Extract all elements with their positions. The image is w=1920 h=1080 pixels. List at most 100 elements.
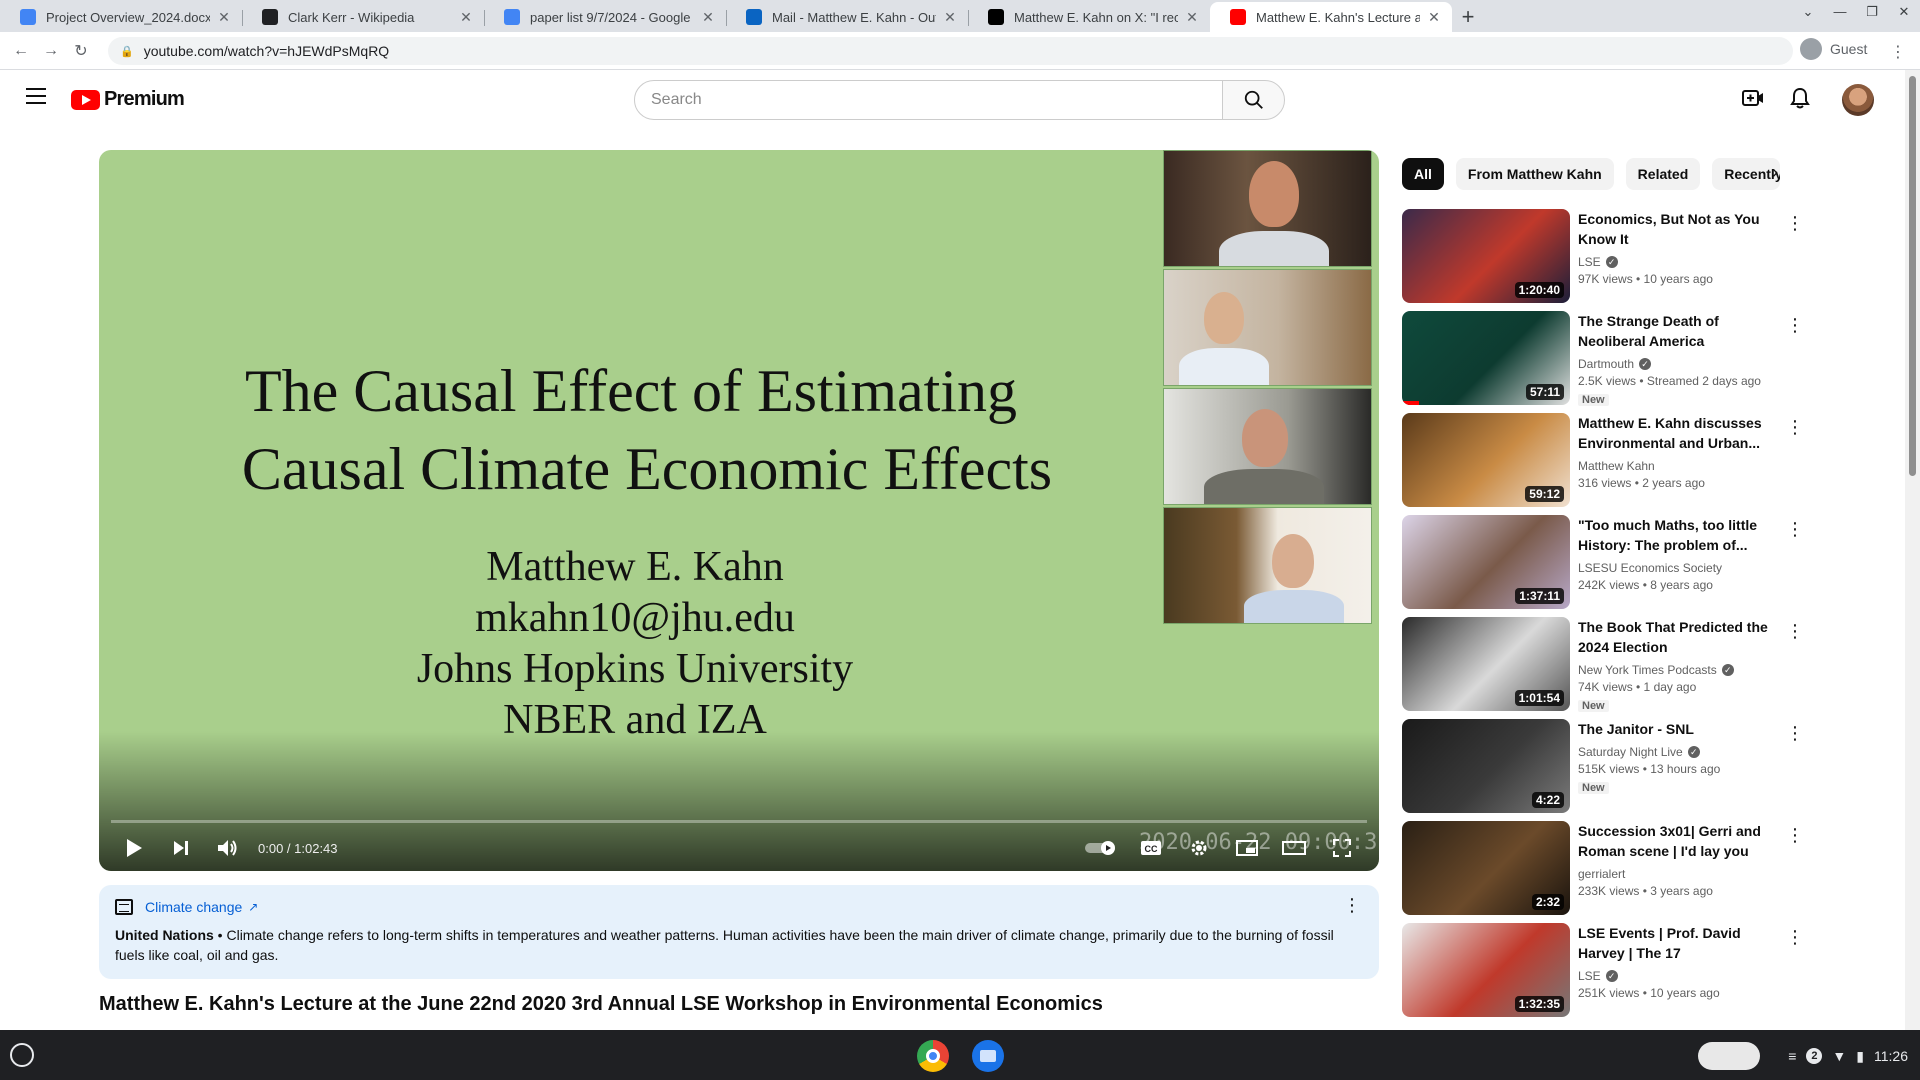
screenshot-preview-icon[interactable] <box>1698 1042 1761 1070</box>
channel-name[interactable]: Dartmouth <box>1578 356 1634 372</box>
search-input[interactable]: Search <box>634 80 1224 120</box>
system-tray[interactable]: ≡ 2 ▼ ▮ 11:26 <box>1698 1042 1908 1070</box>
recommended-title[interactable]: Succession 3x01| Gerri and Roman scene |… <box>1578 821 1778 861</box>
channel-name[interactable]: Matthew Kahn <box>1578 458 1655 474</box>
theater-mode-icon[interactable] <box>1277 833 1311 863</box>
browser-tab[interactable]: Matthew E. Kahn's Lecture at the ✕ <box>1210 2 1452 32</box>
more-options-icon[interactable]: ⋮ <box>1343 895 1361 916</box>
recommended-video[interactable]: 1:01:54 The Book That Predicted the 2024 … <box>1402 617 1902 712</box>
more-actions-icon[interactable]: ⋮ <box>1786 723 1804 744</box>
tab-search-icon[interactable]: ⌄ <box>1792 4 1824 20</box>
channel-name[interactable]: LSE <box>1578 968 1601 984</box>
video-thumbnail[interactable]: 57:11 <box>1402 311 1570 405</box>
recommended-title[interactable]: The Book That Predicted the 2024 Electio… <box>1578 617 1778 657</box>
recommended-video[interactable]: 1:37:11 "Too much Maths, too little Histo… <box>1402 515 1902 609</box>
close-tab-icon[interactable]: ✕ <box>1426 9 1442 26</box>
settings-gear-icon[interactable] <box>1182 833 1216 863</box>
external-link-icon[interactable]: ↗ <box>248 900 258 914</box>
browser-tab[interactable]: Clark Kerr - Wikipedia ✕ <box>242 2 484 32</box>
lock-icon[interactable]: 🔒 <box>120 45 134 58</box>
youtube-logo[interactable]: Premium <box>71 88 185 111</box>
notification-count[interactable]: 2 <box>1806 1048 1823 1064</box>
play-icon[interactable] <box>119 833 149 863</box>
video-thumbnail[interactable]: 59:12 <box>1402 413 1570 507</box>
files-icon[interactable] <box>972 1040 1004 1072</box>
minimize-icon[interactable]: — <box>1824 4 1856 20</box>
notifications-bell-icon[interactable] <box>1788 86 1812 110</box>
page-scrollbar[interactable] <box>1905 70 1920 1030</box>
new-tab-button[interactable]: + <box>1452 2 1484 32</box>
browser-menu-icon[interactable]: ⋮ <box>1890 42 1906 62</box>
filter-chip[interactable]: From Matthew Kahn <box>1455 158 1614 190</box>
more-actions-icon[interactable]: ⋮ <box>1786 417 1804 438</box>
video-thumbnail[interactable]: 1:01:54 <box>1402 617 1570 711</box>
close-tab-icon[interactable]: ✕ <box>458 9 474 26</box>
more-actions-icon[interactable]: ⋮ <box>1786 825 1804 846</box>
recommended-title[interactable]: The Janitor - SNL <box>1578 719 1778 739</box>
recommended-video[interactable]: 59:12 Matthew E. Kahn discusses Environme… <box>1402 413 1902 507</box>
next-video-icon[interactable] <box>166 833 196 863</box>
more-actions-icon[interactable]: ⋮ <box>1786 213 1804 234</box>
recommended-video[interactable]: 1:32:35 LSE Events | Prof. David Harvey |… <box>1402 923 1902 1017</box>
video-thumbnail[interactable]: 1:32:35 <box>1402 923 1570 1017</box>
create-video-icon[interactable] <box>1741 86 1765 110</box>
video-player[interactable]: The Causal Effect of Estimating Causal C… <box>99 150 1379 871</box>
playlist-icon[interactable]: ≡ <box>1788 1048 1796 1064</box>
duration-badge: 57:11 <box>1525 384 1564 400</box>
more-actions-icon[interactable]: ⋮ <box>1786 315 1804 336</box>
launcher-icon[interactable] <box>10 1043 34 1067</box>
recommended-video[interactable]: 1:20:40 Economics, But Not as You Know It… <box>1402 209 1902 303</box>
channel-name[interactable]: gerrialert <box>1578 866 1625 882</box>
recommended-video[interactable]: 2:32 Succession 3x01| Gerri and Roman sce… <box>1402 821 1902 915</box>
recommended-video[interactable]: 57:11 The Strange Death of Neoliberal Ame… <box>1402 311 1902 406</box>
recommended-title[interactable]: LSE Events | Prof. David Harvey | The 17… <box>1578 923 1778 963</box>
video-thumbnail[interactable]: 4:22 <box>1402 719 1570 813</box>
address-bar[interactable]: 🔒 youtube.com/watch?v=hJEWdPsMqRQ <box>108 37 1793 65</box>
recommended-title[interactable]: Matthew E. Kahn discusses Environmental … <box>1578 413 1778 453</box>
channel-name[interactable]: Saturday Night Live <box>1578 744 1683 760</box>
more-actions-icon[interactable]: ⋮ <box>1786 519 1804 540</box>
reload-icon[interactable]: ↻ <box>66 41 96 61</box>
back-arrow-icon[interactable]: ← <box>6 42 36 60</box>
search-button[interactable] <box>1222 80 1285 120</box>
forward-arrow-icon[interactable]: → <box>36 42 66 60</box>
autoplay-toggle[interactable] <box>1083 833 1119 863</box>
view-stats: 2.5K views • Streamed 2 days ago <box>1578 374 1761 388</box>
chrome-icon[interactable] <box>917 1040 949 1072</box>
browser-tab[interactable]: Matthew E. Kahn on X: "I recomm ✕ <box>968 2 1210 32</box>
fullscreen-icon[interactable] <box>1325 833 1359 863</box>
menu-icon[interactable] <box>26 88 46 104</box>
recommended-title[interactable]: "Too much Maths, too little History: The… <box>1578 515 1778 555</box>
browser-tab[interactable]: Project Overview_2024.docx - Go ✕ <box>0 2 242 32</box>
filter-chip[interactable]: All <box>1402 158 1444 190</box>
close-window-icon[interactable]: ✕ <box>1888 4 1920 20</box>
subtitles-icon[interactable]: CC <box>1134 833 1168 863</box>
channel-name[interactable]: New York Times Podcasts <box>1578 662 1717 678</box>
recommended-title[interactable]: The Strange Death of Neoliberal America <box>1578 311 1778 351</box>
video-thumbnail[interactable]: 2:32 <box>1402 821 1570 915</box>
close-tab-icon[interactable]: ✕ <box>1184 9 1200 26</box>
recommended-video[interactable]: 4:22 The Janitor - SNL Saturday Night Live… <box>1402 719 1902 813</box>
browser-tab[interactable]: paper list 9/7/2024 - Google Doc ✕ <box>484 2 726 32</box>
restore-icon[interactable]: ❐ <box>1856 4 1888 20</box>
video-thumbnail[interactable]: 1:20:40 <box>1402 209 1570 303</box>
filter-chip[interactable]: Recently <box>1712 158 1781 190</box>
account-avatar[interactable] <box>1842 84 1874 116</box>
more-actions-icon[interactable]: ⋮ <box>1786 621 1804 642</box>
chevron-right-icon[interactable]: › <box>1772 162 1778 183</box>
progress-bar[interactable] <box>111 820 1367 823</box>
close-tab-icon[interactable]: ✕ <box>942 9 958 26</box>
channel-name[interactable]: LSESU Economics Society <box>1578 560 1722 576</box>
filter-chip[interactable]: Related <box>1625 158 1701 190</box>
topic-link[interactable]: Climate change <box>145 899 242 915</box>
more-actions-icon[interactable]: ⋮ <box>1786 927 1804 948</box>
close-tab-icon[interactable]: ✕ <box>700 9 716 26</box>
video-thumbnail[interactable]: 1:37:11 <box>1402 515 1570 609</box>
channel-name[interactable]: LSE <box>1578 254 1601 270</box>
recommended-title[interactable]: Economics, But Not as You Know It <box>1578 209 1778 249</box>
miniplayer-icon[interactable] <box>1230 833 1264 863</box>
close-tab-icon[interactable]: ✕ <box>216 9 232 26</box>
volume-icon[interactable] <box>213 833 243 863</box>
browser-tab[interactable]: Mail - Matthew E. Kahn - Outlook ✕ <box>726 2 968 32</box>
profile-button[interactable]: Guest <box>1800 38 1867 60</box>
